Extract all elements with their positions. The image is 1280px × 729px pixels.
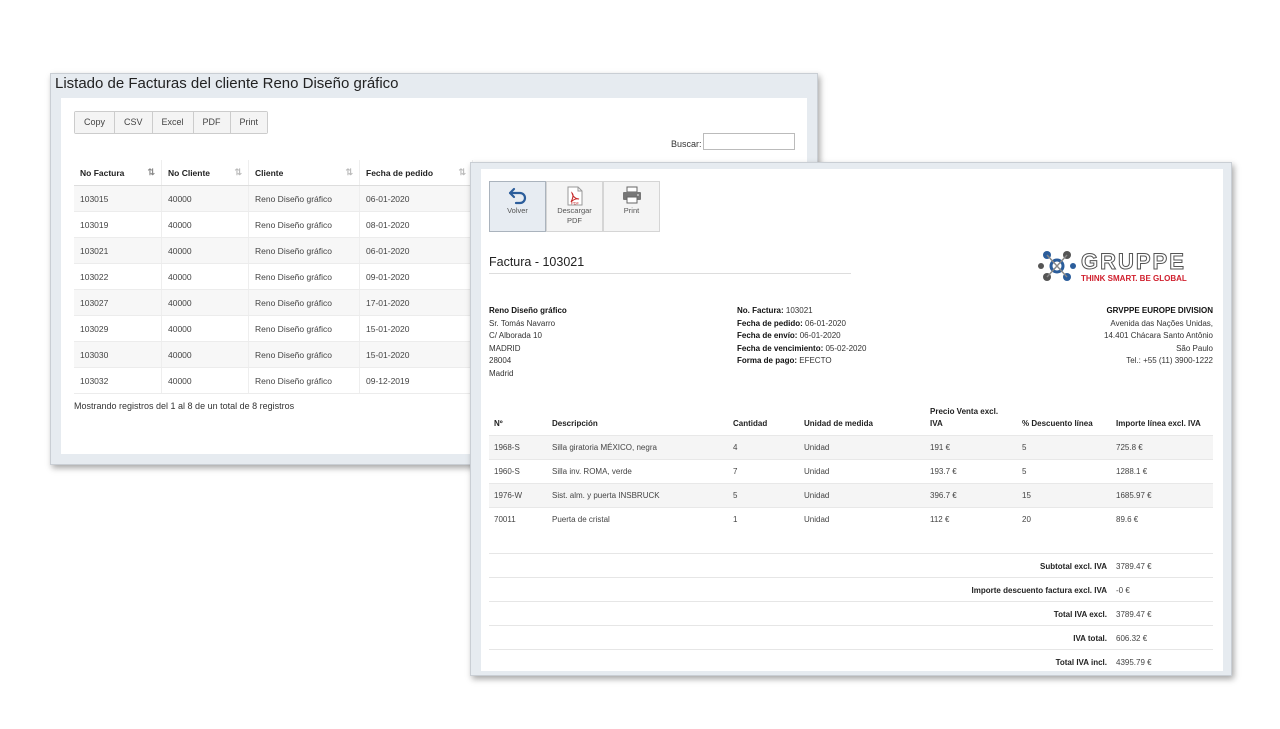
totals-row: IVA total. 606.32 € xyxy=(489,625,1213,649)
invoice-line-row: 1976-W Sist. alm. y puerta INSBRUCK 5 Unida… xyxy=(489,483,1213,508)
invoice-table: No Factura ⇅ No Cliente ⇅ Cliente ⇅ Fecha d… xyxy=(74,160,473,394)
export-button-group: Copy CSV Excel PDF Print xyxy=(74,111,269,134)
column-header-no-cliente[interactable]: No Cliente ⇅ xyxy=(161,160,249,186)
column-header-descuento: % Descuento línea xyxy=(1022,419,1093,428)
table-row[interactable]: 103030 40000 Reno Diseño gráfico 15-01-2020 xyxy=(74,341,473,368)
invoice-totals: Subtotal excl. IVA 3789.47 € Importe desc… xyxy=(489,553,1213,673)
company-logo: GRUPPE THINK SMART. BE GLOBAL xyxy=(1037,247,1211,287)
invoice-line-row: 70011 Puerta de cristal 1 Unidad 112 €20 89.6… xyxy=(489,507,1213,531)
title-divider xyxy=(489,273,851,274)
download-pdf-button[interactable]: PDF Descargar PDF xyxy=(546,181,603,232)
table-row[interactable]: 103032 40000 Reno Diseño gráfico 09-12-2019 xyxy=(74,367,473,394)
invoice-detail-window: Volver PDF Descargar PDF Print Factura -… xyxy=(470,162,1232,676)
column-header-descripcion: Descripción xyxy=(552,419,598,428)
table-row[interactable]: 103015 40000 Reno Diseño gráfico 06-01-2020 xyxy=(74,185,473,212)
csv-button[interactable]: CSV xyxy=(115,112,153,133)
column-header-unidad: Unidad de medida xyxy=(804,419,873,428)
search-input[interactable] xyxy=(703,133,795,150)
column-header-precio: Precio Venta excl. IVA xyxy=(930,407,999,428)
back-button[interactable]: Volver xyxy=(489,181,546,232)
sort-asc-icon[interactable]: ⇅ xyxy=(147,167,155,178)
pdf-file-icon: PDF xyxy=(547,186,602,206)
invoice-lines-table: Nº Descripción Cantidad Unidad de medida… xyxy=(489,397,1213,531)
table-row[interactable]: 103021 40000 Reno Diseño gráfico 06-01-2020 xyxy=(74,237,473,264)
copy-button[interactable]: Copy xyxy=(75,112,116,133)
brand-tagline: THINK SMART. BE GLOBAL xyxy=(1081,274,1187,283)
excel-button[interactable]: Excel xyxy=(152,112,194,133)
client-address: Reno Diseño gráfico Sr. Tomás Navarro C/… xyxy=(489,306,567,378)
list-window-title: Listado de Facturas del cliente Reno Dis… xyxy=(55,75,399,92)
totals-row: Subtotal excl. IVA 3789.47 € xyxy=(489,553,1213,577)
print-button[interactable]: Print xyxy=(230,112,268,133)
table-row[interactable]: 103019 40000 Reno Diseño gráfico 08-01-2020 xyxy=(74,211,473,238)
column-header-cliente[interactable]: Cliente ⇅ xyxy=(248,160,360,186)
table-row[interactable]: 103022 40000 Reno Diseño gráfico 09-01-2020 xyxy=(74,263,473,290)
invoice-meta: No. Factura: 103021 Fecha de pedido: 06-… xyxy=(737,306,867,366)
sort-icon[interactable]: ⇅ xyxy=(345,167,353,178)
search-label: Buscar: xyxy=(671,139,702,149)
printer-icon xyxy=(604,186,659,206)
column-header-fecha-pedido[interactable]: Fecha de pedido ⇅ xyxy=(359,160,473,186)
company-address: GRVPPE EUROPE DIVISION Avenida das Naçõe… xyxy=(1104,306,1213,366)
sort-icon[interactable]: ⇅ xyxy=(234,167,242,178)
totals-row: Importe descuento factura excl. IVA -0 € xyxy=(489,577,1213,601)
invoice-line-row: 1968-S Silla giratoria MÉXICO, negra 4 Unid… xyxy=(489,435,1213,460)
column-header-importe: Importe línea excl. IVA xyxy=(1116,419,1201,428)
print-button[interactable]: Print xyxy=(603,181,660,232)
table-info-text: Mostrando registros del 1 al 8 de un tot… xyxy=(74,401,295,411)
column-header-no: Nº xyxy=(494,419,503,428)
invoice-line-row: 1960-S Silla inv. ROMA, verde 7 Unidad 193.7… xyxy=(489,459,1213,484)
totals-row: Total IVA excl. 3789.47 € xyxy=(489,601,1213,625)
table-row[interactable]: 103027 40000 Reno Diseño gráfico 17-01-2020 xyxy=(74,289,473,316)
column-header-cantidad: Cantidad xyxy=(733,419,768,428)
sort-icon[interactable]: ⇅ xyxy=(458,167,466,178)
totals-row: Total IVA incl. 4395.79 € xyxy=(489,649,1213,673)
invoice-panel: Volver PDF Descargar PDF Print Factura -… xyxy=(481,169,1223,671)
invoice-title: Factura - 103021 xyxy=(489,255,585,269)
brand-name: GRUPPE xyxy=(1081,249,1186,275)
gruppe-logo-icon xyxy=(1038,251,1076,281)
svg-text:PDF: PDF xyxy=(571,200,580,205)
undo-arrow-icon xyxy=(490,186,545,206)
table-row[interactable]: 103029 40000 Reno Diseño gráfico 15-01-2020 xyxy=(74,315,473,342)
pdf-button[interactable]: PDF xyxy=(193,112,231,133)
column-header-no-factura[interactable]: No Factura ⇅ xyxy=(74,160,162,186)
